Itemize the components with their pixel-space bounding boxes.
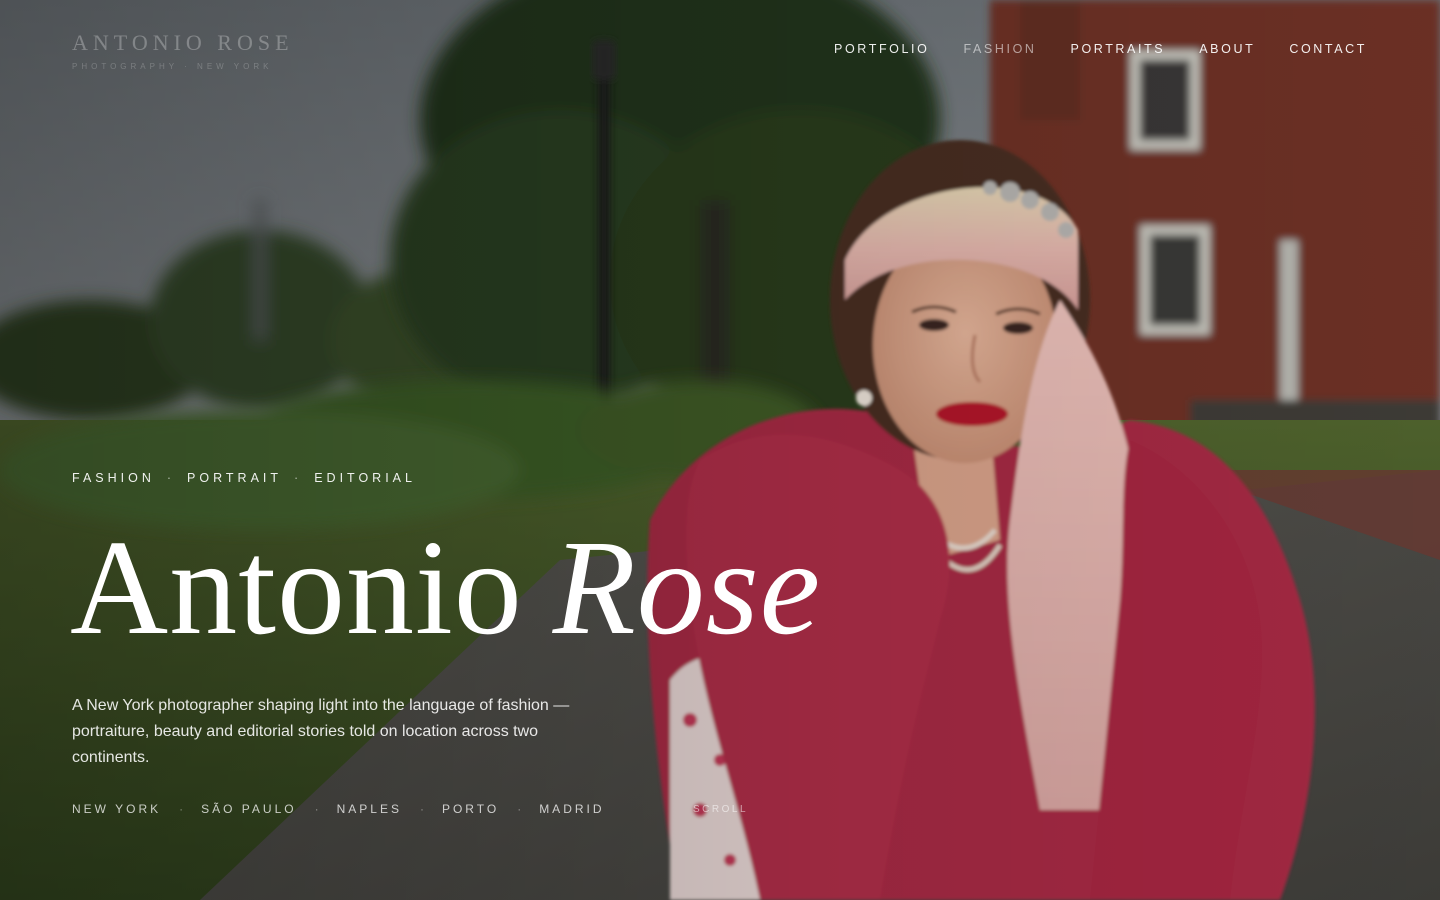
city-separator: · — [314, 802, 319, 816]
logo-wordmark[interactable]: ANTONIO ROSE — [72, 30, 294, 56]
city-separator: · — [517, 802, 522, 816]
city-naples: NAPLES — [336, 802, 402, 816]
eyebrow-separator: · — [294, 471, 303, 485]
hero-section: ANTONIO ROSE PHOTOGRAPHY · NEW YORK PORT… — [0, 0, 1440, 900]
eyebrow-item-editorial: EDITORIAL — [314, 471, 416, 485]
scroll-indicator[interactable]: SCROLL — [693, 804, 748, 815]
city-sao-paulo: SÃO PAULO — [201, 802, 297, 816]
eyebrow-separator: · — [166, 471, 176, 485]
city-new-york: NEW YORK — [72, 802, 162, 816]
city-separator: · — [419, 802, 424, 816]
site-logo[interactable]: ANTONIO ROSE PHOTOGRAPHY · NEW YORK — [72, 30, 294, 71]
nav-link-contact[interactable]: CONTACT — [1289, 42, 1367, 56]
hero-eyebrow: FASHION · PORTRAIT · EDITORIAL — [72, 471, 416, 485]
hero-title-first: Antonio — [70, 513, 523, 663]
hero-title-last: Rose — [552, 513, 822, 663]
city-porto: PORTO — [441, 802, 500, 816]
nav-link-fashion[interactable]: FASHION — [963, 42, 1036, 56]
hero-description: A New York photographer shaping light in… — [72, 697, 570, 766]
nav-link-portfolio[interactable]: PORTFOLIO — [834, 42, 929, 56]
logo-tagline: PHOTOGRAPHY · NEW YORK — [72, 62, 273, 71]
hero-title: Antonio Rose — [70, 520, 821, 656]
city-separator: · — [179, 802, 184, 816]
nav-link-about[interactable]: ABOUT — [1199, 42, 1255, 56]
nav-link-portraits[interactable]: PORTRAITS — [1071, 42, 1166, 56]
main-nav: PORTFOLIO FASHION PORTRAITS ABOUT CONTAC… — [800, 42, 1367, 56]
city-list: NEW YORK · SÃO PAULO · NAPLES · PORTO · … — [72, 802, 605, 816]
eyebrow-item-portrait: PORTRAIT — [187, 471, 283, 485]
eyebrow-item-fashion: FASHION — [72, 471, 155, 485]
city-madrid: MADRID — [539, 802, 605, 816]
